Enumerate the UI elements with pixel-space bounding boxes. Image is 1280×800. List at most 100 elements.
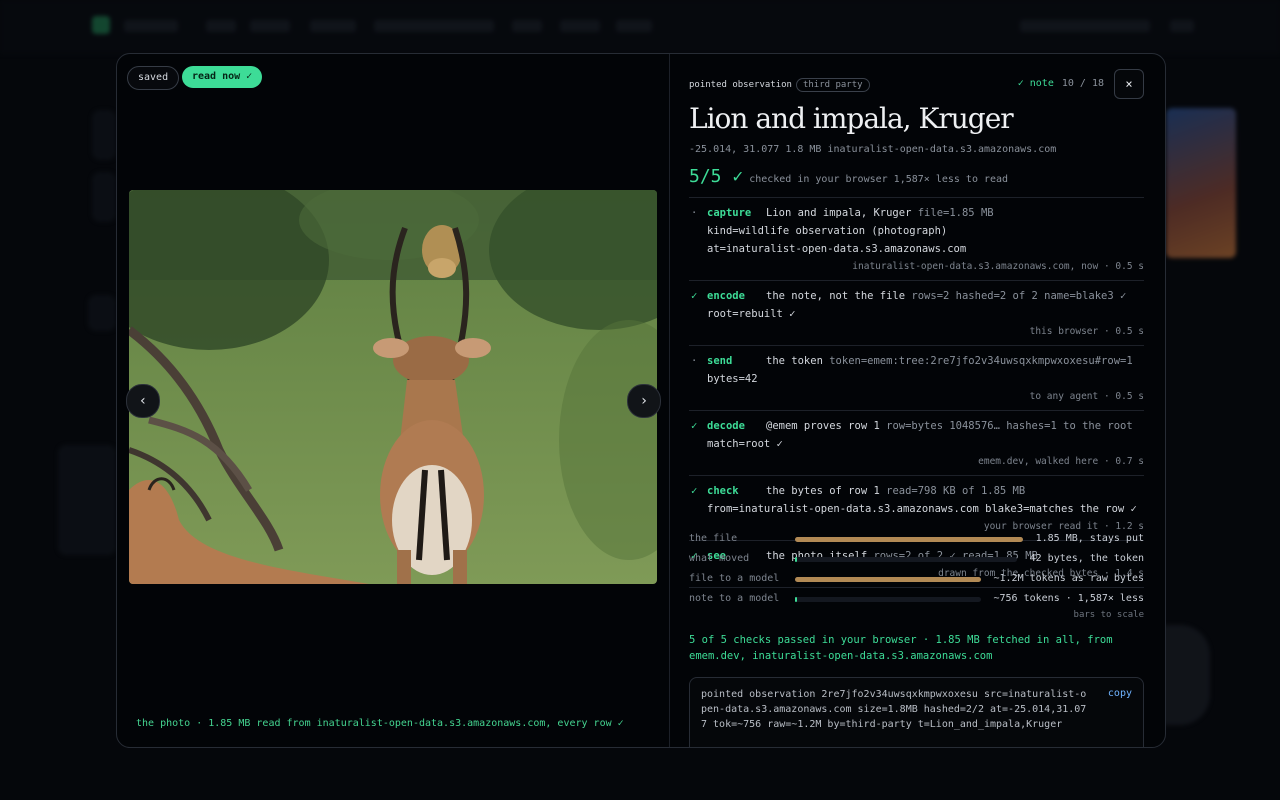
verification-steps: · capture Lion and impala, Kruger file=1.… bbox=[689, 197, 1144, 588]
bar-track bbox=[795, 577, 981, 582]
step-footer: emem.dev, walked here · 0.7 s bbox=[978, 456, 1144, 467]
check-icon: ✓ bbox=[691, 485, 698, 497]
page-title: Lion and impala, Kruger bbox=[689, 102, 1014, 135]
observation-meta: -25.014, 31.077 1.8 MB inaturalist-open-… bbox=[689, 144, 1057, 155]
bar-label: the file bbox=[689, 533, 738, 544]
background-hero-image bbox=[1166, 108, 1236, 258]
step-name: check bbox=[707, 485, 739, 497]
chevron-right-icon: › bbox=[639, 393, 649, 409]
bar-fill bbox=[795, 577, 981, 582]
background-logo-icon bbox=[92, 16, 110, 34]
step-decode: ✓ decode @emem proves row 1 row=bytes 104… bbox=[689, 411, 1144, 476]
step-pending-icon: · bbox=[691, 207, 698, 219]
step-text: Lion and impala, Kruger bbox=[766, 207, 912, 219]
score-detail: checked in your browser 1,587× less to r… bbox=[749, 174, 1009, 185]
pane-divider bbox=[669, 54, 670, 747]
item-count: 10 / 18 bbox=[1061, 78, 1104, 89]
step-detail: root=rebuilt ✓ bbox=[707, 308, 796, 320]
bar-value: 1.85 MB, stays put bbox=[1035, 533, 1144, 544]
step-text: @emem proves row 1 bbox=[766, 420, 880, 432]
bar-track bbox=[795, 537, 1023, 542]
read-now-chip[interactable]: read now ✓ bbox=[182, 66, 263, 88]
score-value: 5/5 ✓ bbox=[689, 166, 744, 187]
step-footer: this browser · 0.5 s bbox=[1029, 326, 1144, 337]
saved-chip[interactable]: saved bbox=[127, 66, 180, 90]
step-pending-icon: · bbox=[691, 355, 698, 367]
step-extra: row=bytes 1048576… hashes=1 to the root bbox=[886, 420, 1133, 432]
observation-code-box: pointed observation 2re7jfo2v34uwsqxkmpw… bbox=[689, 677, 1144, 747]
observation-code[interactable]: pointed observation 2re7jfo2v34uwsqxkmpw… bbox=[690, 678, 1143, 732]
previous-photo-button[interactable]: ‹ bbox=[126, 384, 160, 418]
bar-fill bbox=[795, 537, 1023, 542]
step-extra: rows=2 hashed=2 of 2 name=blake3 ✓ bbox=[911, 290, 1127, 302]
step-footer: to any agent · 0.5 s bbox=[1029, 391, 1144, 402]
copy-button[interactable]: copy bbox=[1108, 688, 1132, 699]
background-nav bbox=[310, 20, 356, 32]
bar-value: ~1.2M tokens as raw bytes bbox=[993, 573, 1144, 584]
bar-label: what moved bbox=[689, 553, 750, 564]
bar-track bbox=[795, 557, 1017, 562]
bar-track bbox=[795, 597, 981, 602]
background-card bbox=[92, 172, 116, 222]
step-text: the token bbox=[766, 355, 823, 367]
note-link[interactable]: ✓ note bbox=[1018, 78, 1054, 89]
step-footer: inaturalist-open-data.s3.amazonaws.com, … bbox=[852, 261, 1144, 272]
next-photo-button[interactable]: › bbox=[627, 384, 661, 418]
step-text: the note, not the file bbox=[766, 290, 906, 302]
observation-type: pointed observation third party bbox=[689, 78, 870, 92]
step-detail: at=inaturalist-open-data.s3.amazonaws.co… bbox=[707, 243, 967, 255]
background-nav bbox=[560, 20, 600, 32]
observation-photo bbox=[129, 190, 657, 584]
photo-caption: the photo · 1.85 MB read from inaturalis… bbox=[136, 718, 624, 729]
chevron-left-icon: ‹ bbox=[138, 393, 148, 409]
step-extra: token=emem:tree:2re7jfo2v34uwsqxkmpwxoxe… bbox=[829, 355, 1133, 367]
background-card bbox=[92, 110, 116, 160]
step-name: encode bbox=[707, 290, 745, 302]
third-party-badge: third party bbox=[795, 78, 870, 92]
check-icon: ✓ bbox=[691, 290, 698, 302]
details-pane: pointed observation third party ✓ note 10 … bbox=[689, 54, 1144, 747]
background-nav bbox=[250, 20, 290, 32]
bar-row: what moved 42 bytes, the token bbox=[689, 551, 1144, 571]
bar-value: 42 bytes, the token bbox=[1029, 553, 1144, 564]
background-nav bbox=[1170, 20, 1194, 32]
background-card bbox=[58, 445, 116, 555]
bar-fill bbox=[795, 597, 797, 602]
check-score: 5/5 ✓ checked in your browser 1,587× less… bbox=[689, 166, 1008, 187]
photo-pane: saved read now ✓ ‹ › the photo · 1.85 MB… bbox=[117, 54, 669, 747]
step-text: the bytes of row 1 bbox=[766, 485, 880, 497]
background-nav bbox=[512, 20, 542, 32]
bar-label: note to a model bbox=[689, 593, 780, 604]
step-name: send bbox=[707, 355, 733, 367]
step-detail: kind=wildlife observation (photograph) bbox=[707, 225, 948, 237]
close-button[interactable]: × bbox=[1114, 69, 1144, 99]
bar-value: ~756 tokens · 1,587× less bbox=[993, 593, 1144, 604]
background-nav bbox=[124, 20, 178, 32]
check-summary: 5 of 5 checks passed in your browser · 1… bbox=[689, 634, 1113, 662]
bar-label: file to a model bbox=[689, 573, 780, 584]
step-send: · send the token token=emem:tree:2re7jfo2… bbox=[689, 346, 1144, 411]
scale-note: bars to scale bbox=[1073, 610, 1144, 620]
bar-row: file to a model ~1.2M tokens as raw byte… bbox=[689, 571, 1144, 591]
background-nav bbox=[616, 20, 652, 32]
step-capture: · capture Lion and impala, Kruger file=1.… bbox=[689, 198, 1144, 281]
background-card bbox=[88, 295, 116, 331]
step-extra: file=1.85 MB bbox=[917, 207, 994, 219]
observation-label: pointed observation bbox=[689, 80, 792, 90]
step-extra: read=798 KB of 1.85 MB bbox=[886, 485, 1026, 497]
lion-impala-photo bbox=[129, 190, 657, 584]
step-detail: match=root ✓ bbox=[707, 438, 783, 450]
step-name: capture bbox=[707, 207, 752, 219]
step-encode: ✓ encode the note, not the file rows=2 ha… bbox=[689, 281, 1144, 346]
note-counter: ✓ note 10 / 18 bbox=[1018, 78, 1104, 89]
step-name: decode bbox=[707, 420, 745, 432]
size-comparison-bars: the file 1.85 MB, stays put what moved 4… bbox=[689, 531, 1144, 611]
step-detail: from=inaturalist-open-data.s3.amazonaws.… bbox=[707, 503, 1137, 515]
background-nav bbox=[1020, 20, 1150, 32]
bar-row: the file 1.85 MB, stays put bbox=[689, 531, 1144, 551]
bar-row: note to a model ~756 tokens · 1,587× les… bbox=[689, 591, 1144, 611]
step-detail: bytes=42 bbox=[707, 373, 758, 385]
observation-modal: saved read now ✓ ‹ › the photo · 1.85 MB… bbox=[116, 53, 1166, 748]
bar-fill bbox=[795, 557, 798, 562]
check-icon: ✓ bbox=[691, 420, 698, 432]
